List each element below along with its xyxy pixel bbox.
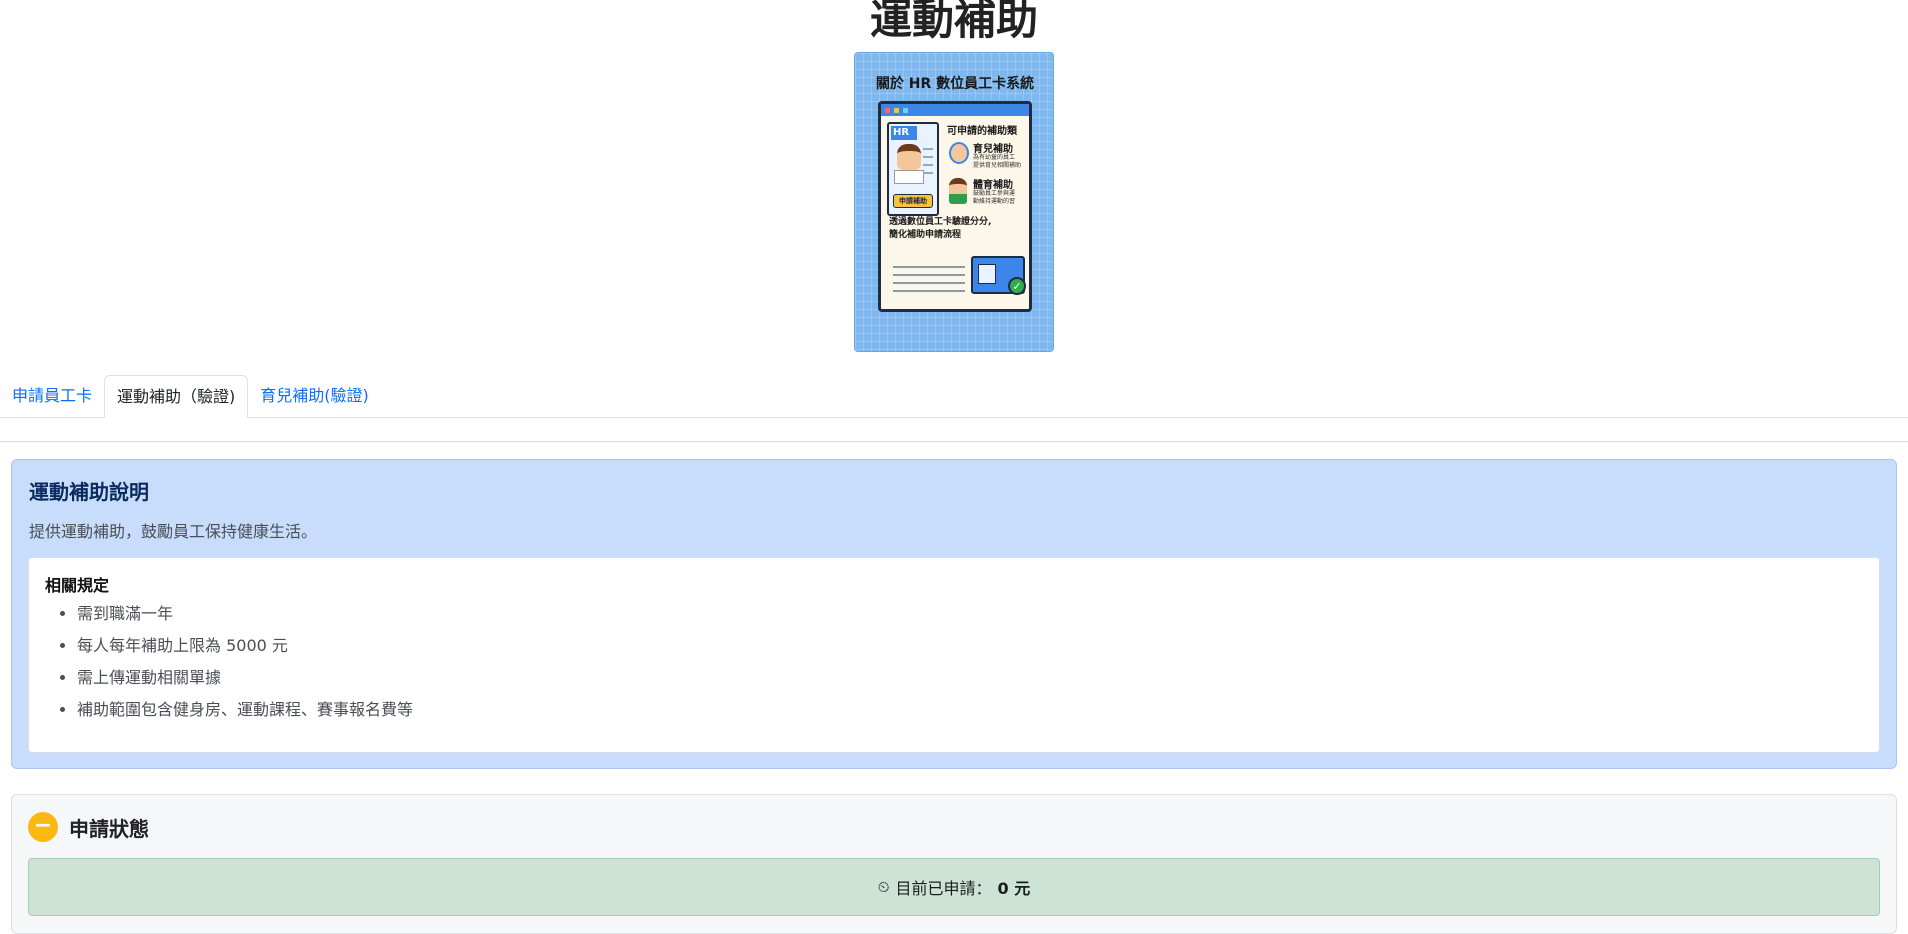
- window-dot-icon: [894, 107, 899, 113]
- window-titlebar: [881, 104, 1029, 116]
- card-text-lines: [923, 148, 933, 180]
- hr-system-poster-image: 關於 HR 數位員工卡系統 HR 申請補助 可申請的補助類 育兒補助 為有幼童的…: [854, 52, 1054, 352]
- subsidy-tabs: 申請員工卡 運動補助（驗證) 育兒補助(驗證): [0, 375, 1908, 418]
- rule-item: 需到職滿一年: [77, 602, 413, 634]
- pending-minus-icon: −: [28, 812, 58, 842]
- tab-apply-employee-card[interactable]: 申請員工卡: [0, 375, 104, 417]
- rules-title: 相關規定: [45, 576, 110, 595]
- id-card-icon: ✓: [971, 256, 1026, 295]
- poster-item1-title: 育兒補助: [973, 144, 1013, 155]
- rules-list: 需到職滿一年 每人每年補助上限為 5000 元 需上傳運動相關單據 補助範圍包含…: [77, 602, 413, 730]
- divider: [0, 441, 1908, 442]
- id-photo-icon: [978, 264, 996, 284]
- info-description: 提供運動補助，鼓勵員工保持健康生活。: [29, 522, 318, 541]
- poster-window-illustration: HR 申請補助 可申請的補助類 育兒補助 為有幼童的員工 提供育兒相關補助 體育…: [878, 101, 1032, 312]
- info-title: 運動補助說明: [29, 480, 149, 504]
- applied-amount-bar: ⏲ 目前已申請： 0 元: [28, 858, 1880, 916]
- rules-box: 相關規定 需到職滿一年 每人每年補助上限為 5000 元 需上傳運動相關單據 補…: [28, 557, 1880, 753]
- rule-item: 每人每年補助上限為 5000 元: [77, 634, 413, 666]
- employee-card-illustration: HR 申請補助: [887, 122, 939, 216]
- timer-icon: ⏲: [877, 878, 890, 896]
- baby-icon: [949, 142, 969, 164]
- person-body-icon: [894, 170, 924, 184]
- verified-check-icon: ✓: [1008, 277, 1026, 295]
- tab-sports-subsidy[interactable]: 運動補助（驗證): [104, 375, 249, 418]
- poster-section-title: 可申請的補助類: [947, 126, 1017, 137]
- poster-item1-desc: 為有幼童的員工 提供育兒相關補助: [973, 154, 1022, 169]
- applied-amount-value: 0 元: [997, 879, 1031, 898]
- tab-childcare-subsidy[interactable]: 育兒補助(驗證): [248, 375, 381, 417]
- window-dot-icon: [885, 107, 890, 113]
- poster-item2-desc: 鼓勵員工參與運 動維持運動的習: [973, 190, 1016, 205]
- rule-item: 補助範圍包含健身房、運動課程、賽事報名費等: [77, 698, 413, 730]
- page-title: 運動補助: [869, 0, 1038, 44]
- card-apply-button-illustration: 申請補助: [893, 194, 933, 208]
- person-avatar-icon: [897, 144, 921, 170]
- poster-item2-title: 體育補助: [973, 180, 1013, 191]
- window-dot-icon: [903, 107, 908, 113]
- card-badge: HR: [891, 126, 917, 140]
- applied-amount-label: 目前已申請：: [895, 879, 992, 898]
- poster-text-lines: [893, 266, 965, 298]
- subsidy-info-panel: 運動補助說明 提供運動補助，鼓勵員工保持健康生活。 相關規定 需到職滿一年 每人…: [11, 459, 1897, 769]
- application-status-panel: − 申請狀態 ⏲ 目前已申請： 0 元: [11, 794, 1897, 934]
- status-title: 申請狀態: [69, 817, 149, 841]
- athlete-icon: [949, 178, 967, 204]
- rule-item: 需上傳運動相關單據: [77, 666, 413, 698]
- poster-heading: 關於 HR 數位員工卡系統: [875, 76, 1035, 92]
- poster-footer-text: 透過數位員工卡驗證分分, 簡化補助申請流程: [889, 217, 992, 240]
